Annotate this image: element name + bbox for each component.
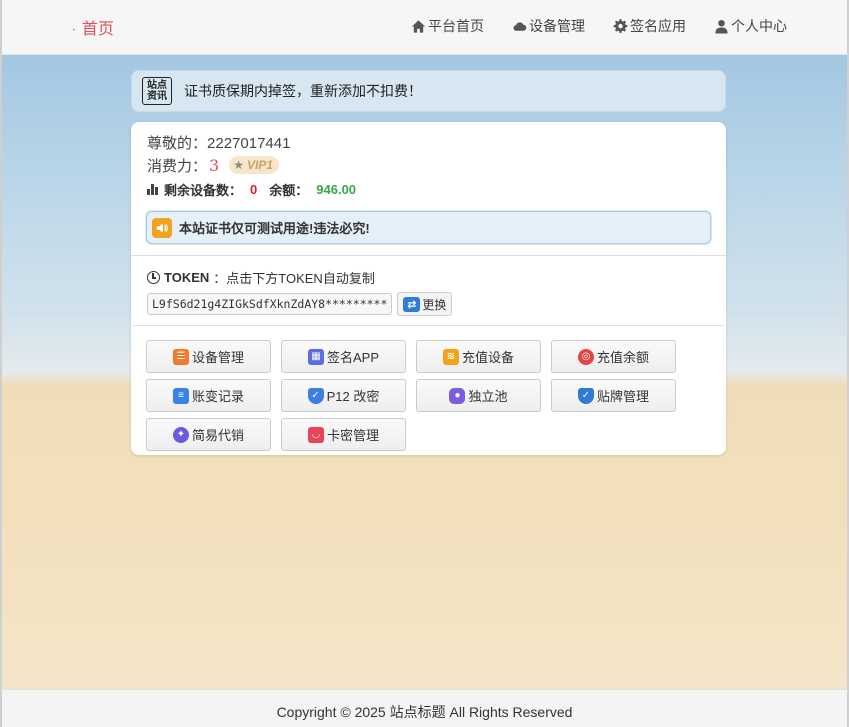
balance-line: 剩余设备数： 0 余额： 946.00 [147, 177, 710, 201]
swap-label: 更换 [422, 297, 447, 312]
grid-icon: ▦ [307, 348, 324, 365]
greeting-line: 尊敬的：2227017441 [147, 132, 710, 153]
action-label: 充值余额 [596, 350, 649, 365]
nav-item-home[interactable]: 平台首页 [411, 16, 484, 36]
brand-label: 首页 [81, 19, 114, 38]
brand-home-link[interactable]: · 首页 [72, 15, 114, 39]
account-card: 尊敬的：2227017441 消费力： 3 ★ VIP1 剩余设备数： 0 余额… [131, 122, 726, 455]
token-section: TOKEN ：点击下方TOKEN自动复制 L9fS6d21g4ZIGkSdfXkn… [131, 256, 726, 323]
simple-resale-button[interactable]: ✦ 简易代销 [146, 418, 271, 451]
alert-text: 本站证书仅可测试用途!违法必究! [179, 221, 370, 236]
token-value[interactable]: L9fS6d21g4ZIGkSdfXknZdAY8********* [147, 293, 393, 315]
user-icon [715, 19, 728, 34]
star-icon: ★ [233, 158, 244, 172]
account-info: 尊敬的：2227017441 消费力： 3 ★ VIP1 剩余设备数： 0 余额… [131, 122, 726, 201]
action-label: 设备管理 [191, 350, 244, 365]
balance-label: 余额： [269, 182, 309, 198]
balance-value: 946.00 [316, 181, 357, 197]
devices-label: 剩余设备数： [164, 182, 243, 198]
speaker-icon [152, 217, 172, 238]
action-label: 充值设备 [461, 350, 514, 365]
devices-value: 0 [250, 181, 258, 197]
warning-alert: 本站证书仅可测试用途!违法必究! [146, 211, 711, 244]
main-nav: 平台首页 设备管理 签名应用 个人中心 [411, 16, 787, 36]
list-icon: ☰ [172, 348, 189, 365]
action-label: 卡密管理 [326, 428, 379, 443]
target-icon: ◎ [577, 348, 594, 365]
vip-label: VIP1 [246, 158, 273, 172]
nav-item-devices[interactable]: 设备管理 [512, 16, 585, 36]
transaction-log-button[interactable]: ≡ 账变记录 [146, 379, 271, 412]
top-navbar: · 首页 平台首页 设备管理 签名应用 个人中心 [0, 0, 849, 55]
nav-item-sign-apps[interactable]: 签名应用 [613, 16, 686, 36]
swap-token-button[interactable]: ⇄ 更换 [397, 292, 453, 316]
dedicated-pool-button[interactable]: ● 独立池 [416, 379, 541, 412]
token-row: L9fS6d21g4ZIGkSdfXknZdAY8********* ⇄ 更换 [147, 292, 710, 316]
white-label-button[interactable]: ✓ 贴牌管理 [551, 379, 676, 412]
device-management-button[interactable]: ☰ 设备管理 [146, 340, 271, 373]
badge-line2: 资讯 [147, 91, 167, 102]
nav-label: 个人中心 [731, 18, 787, 34]
action-label: P12 改密 [326, 389, 380, 404]
gear-icon [613, 18, 628, 33]
action-label: 签名APP [326, 350, 379, 365]
sign-app-button[interactable]: ▦ 签名APP [281, 340, 406, 373]
card-code-button[interactable]: ◡ 卡密管理 [281, 418, 406, 451]
action-label: 独立池 [468, 389, 508, 404]
token-label: TOKEN [164, 270, 210, 285]
action-label: 简易代销 [191, 428, 244, 443]
lock-icon: ● [449, 387, 466, 404]
nav-label: 平台首页 [428, 18, 484, 34]
coins-icon: ≋ [442, 348, 459, 365]
vip-badge: ★ VIP1 [229, 156, 279, 174]
token-hint: ：点击下方TOKEN自动复制 [213, 271, 375, 286]
cloud-icon [513, 21, 527, 31]
home-icon [411, 19, 426, 33]
power-line: 消费力： 3 ★ VIP1 [147, 153, 710, 177]
bag-icon: ◡ [307, 426, 324, 443]
share-icon: ✦ [172, 426, 189, 443]
badge-line1: 站点 [147, 80, 167, 91]
user-id: 2227017441 [207, 135, 291, 152]
dot-icon: · [72, 23, 76, 37]
bar-chart-icon [147, 183, 158, 195]
swap-icon: ⇄ [403, 296, 421, 312]
shield-icon: ✓ [307, 387, 324, 404]
notice-text: 证书质保期内掉签，重新添加不扣费！ [184, 83, 422, 99]
power-label: 消费力： [147, 157, 208, 175]
recharge-device-button[interactable]: ≋ 充值设备 [416, 340, 541, 373]
clock-icon [147, 271, 160, 284]
action-label: 贴牌管理 [596, 389, 649, 404]
notice-banner: 站点 资讯 证书质保期内掉签，重新添加不扣费！ [131, 70, 726, 112]
nav-label: 设备管理 [529, 18, 585, 34]
p12-password-button[interactable]: ✓ P12 改密 [281, 379, 406, 412]
nav-item-profile[interactable]: 个人中心 [714, 16, 787, 36]
action-grid: ☰ 设备管理 ▦ 签名APP ≋ 充值设备 ◎ 充值余额 ≡ 账变记录 ✓ P1… [131, 326, 726, 451]
footer: Copyright © 2025 站点标题 All Rights Reserve… [0, 689, 849, 727]
shield-check-icon: ✓ [577, 387, 594, 404]
nav-label: 签名应用 [630, 18, 686, 34]
token-label-row: TOKEN ：点击下方TOKEN自动复制 [147, 268, 710, 287]
doc-icon: ≡ [172, 387, 189, 404]
action-label: 账变记录 [191, 389, 244, 404]
greeting-label: 尊敬的： [147, 135, 208, 152]
power-value: 3 [209, 155, 220, 175]
recharge-balance-button[interactable]: ◎ 充值余额 [551, 340, 676, 373]
news-badge-icon: 站点 资讯 [142, 77, 172, 105]
copyright-text: Copyright © 2025 站点标题 All Rights Reserve… [276, 704, 573, 720]
